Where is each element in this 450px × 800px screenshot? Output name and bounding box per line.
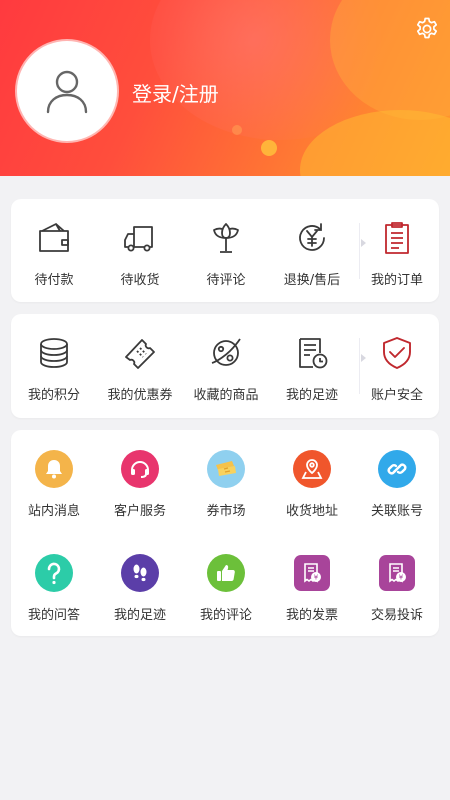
orders-card: 待付款 待收货 待评论 退换/售后 我的订单 [11,199,439,302]
question-icon [35,554,73,592]
ticket-icon [120,333,160,373]
service-label: 站内消息 [27,504,80,519]
truck-icon [120,218,160,258]
coupon-market[interactable]: 券市场 [183,430,269,534]
planet-icon [206,333,246,373]
order-label: 待收货 [120,273,160,288]
svg-text:¥: ¥ [399,574,404,582]
order-pending-review[interactable]: 待评论 [183,199,269,303]
order-list-icon [377,218,417,258]
service-label: 客户服务 [113,504,166,519]
user-icon [46,70,88,114]
my-footprints[interactable]: 我的足迹 [269,314,355,418]
assets-card: 我的积分 我的优惠券 收藏的商品 我的足迹 账户安全 [11,314,439,418]
login-register-link[interactable]: 登录/注册 [132,78,219,107]
bell-icon [35,450,73,488]
headset-icon [121,450,159,488]
map-pin-icon [293,450,331,488]
order-pending-payment[interactable]: 待付款 [11,199,97,303]
profile-header: 登录/注册 [0,0,450,176]
order-label: 我的订单 [370,273,423,288]
my-qa[interactable]: 我的问答 [11,534,97,638]
order-refund-aftersale[interactable]: 退换/售后 [269,199,355,303]
order-label: 退换/售后 [283,273,341,288]
asset-label: 账户安全 [370,388,423,403]
my-orders[interactable]: 我的订单 [354,199,440,303]
order-pending-receipt[interactable]: 待收货 [97,199,183,303]
tulip-icon [206,218,246,258]
thumbs-up-icon [207,554,245,592]
coupon-icon [207,450,245,488]
order-label: 待评论 [206,273,246,288]
transaction-complaints[interactable]: ¥ 交易投诉 [354,534,440,638]
wallet-icon [34,218,74,258]
header-decoration [261,140,277,156]
asset-label: 我的积分 [27,388,80,403]
service-label: 收货地址 [285,504,338,519]
account-security[interactable]: 账户安全 [354,314,440,418]
shield-check-icon [377,333,417,373]
service-label: 关联账号 [370,504,423,519]
asset-label: 我的足迹 [285,388,338,403]
service-label: 券市场 [206,504,246,519]
services-card: 站内消息 客户服务 券市场 收货地址 关联账号 我的问答 我的足迹 我的评论 ¥… [11,430,439,636]
customer-service[interactable]: 客户服务 [97,430,183,534]
header-decoration [232,125,242,135]
my-coupons[interactable]: 我的优惠券 [97,314,183,418]
my-footprints-service[interactable]: 我的足迹 [97,534,183,638]
my-points[interactable]: 我的积分 [11,314,97,418]
linked-accounts[interactable]: 关联账号 [354,430,440,534]
svg-text:¥: ¥ [314,574,319,582]
asset-label: 收藏的商品 [193,388,259,403]
service-label: 我的足迹 [113,608,166,623]
order-label: 待付款 [34,273,74,288]
shipping-address[interactable]: 收货地址 [269,430,355,534]
history-doc-icon [292,333,332,373]
asset-label: 我的优惠券 [107,388,173,403]
footprints-icon [121,554,159,592]
yen-refresh-icon [292,218,332,258]
invoice-icon: ¥ [294,555,330,591]
my-reviews[interactable]: 我的评论 [183,534,269,638]
avatar[interactable] [17,41,117,141]
favorite-products[interactable]: 收藏的商品 [183,314,269,418]
service-label: 我的评论 [199,608,252,623]
service-label: 我的发票 [285,608,338,623]
service-label: 交易投诉 [370,608,423,623]
link-icon [378,450,416,488]
site-messages[interactable]: 站内消息 [11,430,97,534]
my-invoices[interactable]: ¥ 我的发票 [269,534,355,638]
coin-stack-icon [34,333,74,373]
gear-icon[interactable] [414,16,440,42]
complaint-icon: ¥ [379,555,415,591]
service-label: 我的问答 [27,608,80,623]
